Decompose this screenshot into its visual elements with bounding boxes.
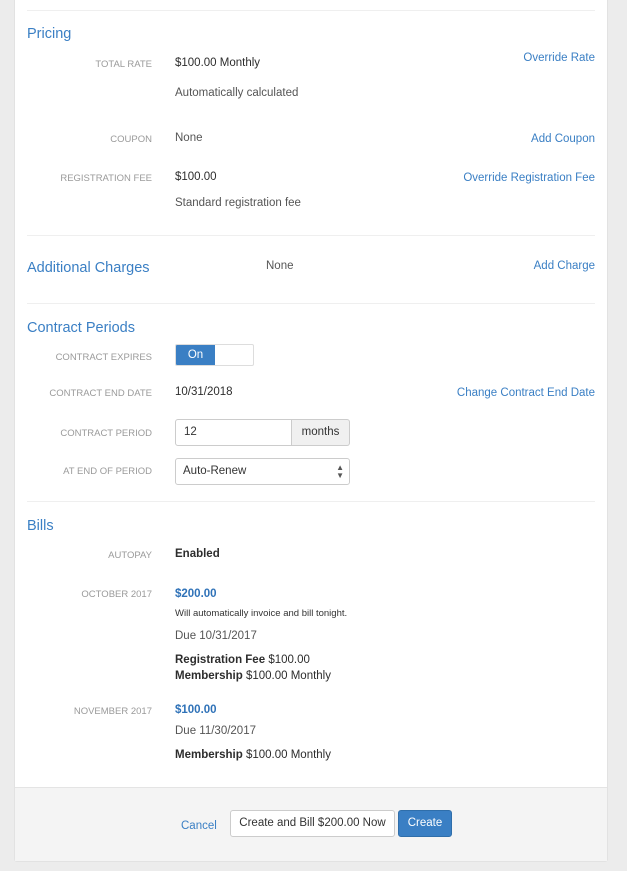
bill-line-name: Membership [175, 670, 243, 682]
bill-line-name: Registration Fee [175, 654, 266, 666]
create-button[interactable]: Create [398, 810, 452, 837]
coupon-label: Coupon [110, 134, 152, 145]
additional-charges-title: Additional Charges [27, 260, 150, 276]
add-coupon-link[interactable]: Add Coupon [531, 133, 595, 145]
divider [27, 303, 595, 304]
bill-line-item: Registration Fee $100.00 [175, 654, 310, 666]
bill-line-value: $100.00 [268, 654, 310, 666]
bill-due-date: Due 10/31/2017 [175, 630, 257, 642]
registration-fee-note: Standard registration fee [175, 197, 301, 209]
contract-end-date-label: Contract End Date [49, 388, 152, 399]
form-footer: Cancel Create and Bill $200.00 Now Creat… [15, 787, 607, 861]
additional-charges-value: None [266, 260, 294, 272]
contract-period-input[interactable]: 12 [175, 419, 292, 446]
contract-end-date-value: 10/31/2018 [175, 386, 233, 398]
bill-line-name: Membership [175, 749, 243, 761]
end-of-period-select[interactable]: Auto-Renew ▲ ▼ [175, 458, 350, 485]
membership-form-panel: Pricing Total Rate $100.00 Monthly Autom… [14, 0, 608, 862]
toggle-on-label: On [176, 345, 215, 365]
bill-line-item: Membership $100.00 Monthly [175, 749, 331, 761]
add-charge-link[interactable]: Add Charge [534, 260, 595, 272]
divider [27, 501, 595, 502]
bill-line-item: Membership $100.00 Monthly [175, 670, 331, 682]
autopay-value: Enabled [175, 548, 220, 560]
divider [27, 10, 595, 11]
divider [27, 235, 595, 236]
total-rate-note: Automatically calculated [175, 87, 299, 99]
contract-period-unit: months [292, 419, 350, 446]
contract-expires-label: Contract Expires [55, 352, 152, 363]
pricing-title: Pricing [27, 26, 72, 42]
bill-amount-link[interactable]: $100.00 [175, 704, 217, 716]
registration-fee-value: $100.00 [175, 171, 217, 183]
contract-period-label: Contract Period [60, 428, 152, 439]
bill-month-label: November 2017 [73, 706, 152, 717]
bill-due-date: Due 11/30/2017 [175, 725, 256, 737]
registration-fee-label: Registration Fee [60, 173, 152, 184]
bill-amount-link[interactable]: $200.00 [175, 588, 217, 600]
override-registration-fee-link[interactable]: Override Registration Fee [463, 172, 595, 184]
bill-month-label: October 2017 [81, 589, 152, 600]
contract-periods-title: Contract Periods [27, 320, 135, 336]
create-and-bill-button[interactable]: Create and Bill $200.00 Now [230, 810, 395, 837]
total-rate-value: $100.00 Monthly [175, 57, 261, 69]
autopay-label: Autopay [108, 550, 152, 561]
end-of-period-selected: Auto-Renew [183, 465, 247, 477]
change-contract-end-date-link[interactable]: Change Contract End Date [457, 387, 595, 399]
contract-expires-toggle[interactable]: On [175, 344, 254, 366]
bills-title: Bills [27, 518, 54, 534]
total-rate-label: Total Rate [95, 59, 152, 70]
bill-line-value: $100.00 Monthly [245, 749, 331, 761]
bill-line-value: $100.00 Monthly [245, 670, 331, 682]
coupon-value: None [175, 132, 203, 144]
bill-note: Will automatically invoice and bill toni… [175, 608, 348, 619]
override-rate-link[interactable]: Override Rate [523, 52, 595, 64]
end-of-period-label: At End of Period [63, 466, 152, 477]
cancel-link[interactable]: Cancel [181, 820, 217, 832]
select-arrows-icon: ▲ ▼ [336, 463, 344, 480]
